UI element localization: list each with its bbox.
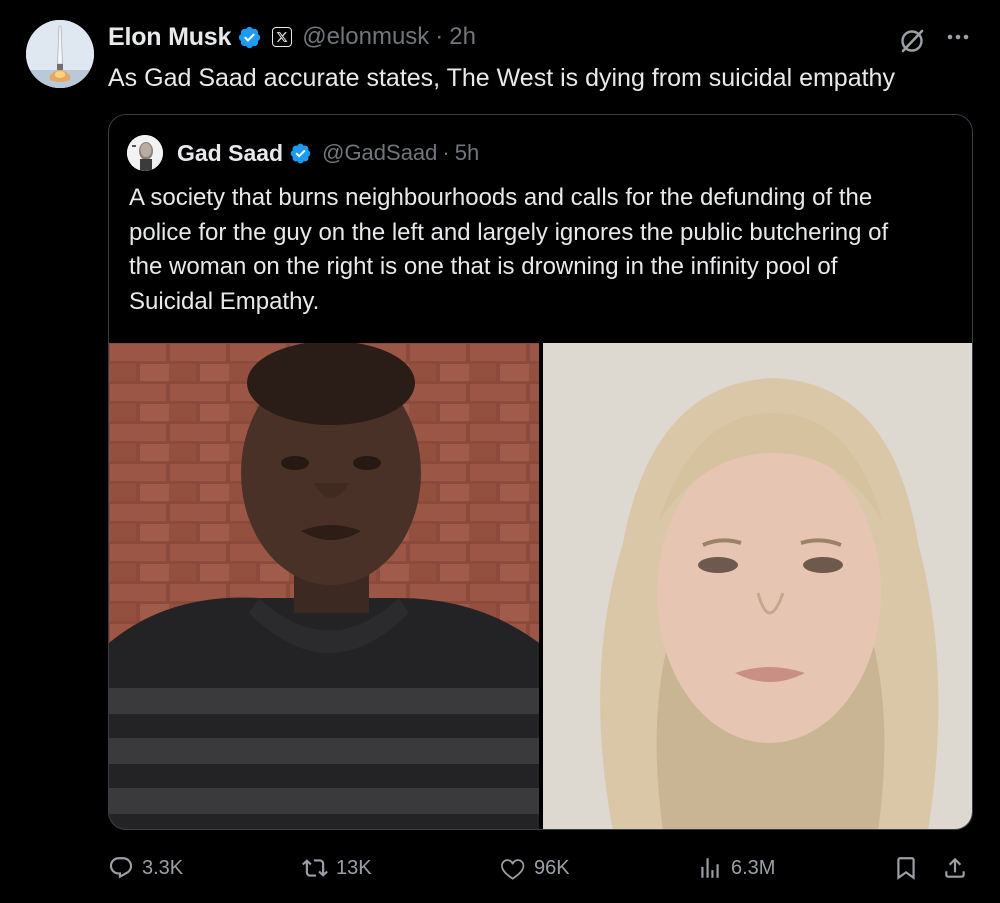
quoted-tweet-text: A society that burns neighbourhoods and … — [129, 181, 959, 319]
media-image-right[interactable] — [543, 343, 972, 829]
quoted-author-name[interactable]: Gad Saad — [177, 140, 283, 167]
reply-count: 3.3K — [142, 856, 184, 879]
x-logo-icon — [272, 27, 293, 47]
tweet[interactable]: Elon Musk @elonmusk · 2h As Gad Saad acc… — [0, 0, 1000, 903]
verified-badge-icon — [239, 26, 261, 48]
quoted-tweet-time[interactable]: 5h — [455, 140, 479, 166]
share-button[interactable] — [942, 846, 968, 890]
header-separator: · — [435, 23, 444, 50]
tweet-time[interactable]: 2h — [449, 23, 476, 51]
more-icon[interactable] — [943, 22, 973, 52]
media-image-left[interactable] — [109, 343, 539, 829]
repost-button[interactable]: 13K — [302, 846, 372, 890]
quoted-text-line: the woman on the right is one that is dr… — [129, 253, 838, 280]
author-handle[interactable]: @elonmusk — [302, 23, 429, 51]
views-button[interactable]: 6.3M — [697, 846, 775, 890]
quoted-text-line: police for the guy on the left and large… — [129, 218, 889, 246]
like-count: 96K — [534, 856, 570, 879]
author-avatar[interactable] — [26, 20, 94, 88]
verified-badge-icon — [290, 143, 311, 163]
quoted-text-line: Suicidal Empathy. — [129, 287, 320, 315]
reply-icon — [109, 857, 133, 879]
quoted-author-avatar[interactable] — [127, 135, 163, 171]
views-icon — [701, 858, 719, 878]
tweet-actions: 3.3K 13K 96K 6.3M — [0, 846, 1000, 890]
author-name[interactable]: Elon Musk — [108, 23, 231, 52]
quoted-header-separator: · — [442, 140, 450, 165]
quoted-tweet-header: Gad Saad @GadSaad · 5h — [127, 135, 479, 171]
like-button[interactable]: 96K — [500, 846, 570, 890]
repost-count: 13K — [336, 856, 372, 879]
heart-icon — [501, 859, 525, 880]
tweet-header: Elon Musk @elonmusk · 2h — [108, 20, 476, 54]
quoted-text-line: A society that burns neighbourhoods and … — [129, 184, 873, 211]
bookmark-button[interactable] — [893, 846, 919, 890]
quoted-media — [109, 343, 972, 829]
reply-button[interactable]: 3.3K — [108, 846, 183, 890]
quoted-author-handle[interactable]: @GadSaad — [322, 140, 437, 166]
bookmark-icon — [897, 857, 915, 880]
tweet-text: As Gad Saad accurate states, The West is… — [108, 64, 895, 92]
repost-icon — [302, 859, 328, 877]
quoted-tweet[interactable]: Gad Saad @GadSaad · 5h A society that bu… — [108, 114, 973, 830]
grok-icon[interactable] — [897, 26, 927, 56]
views-count: 6.3M — [731, 856, 776, 879]
share-icon — [945, 857, 965, 878]
